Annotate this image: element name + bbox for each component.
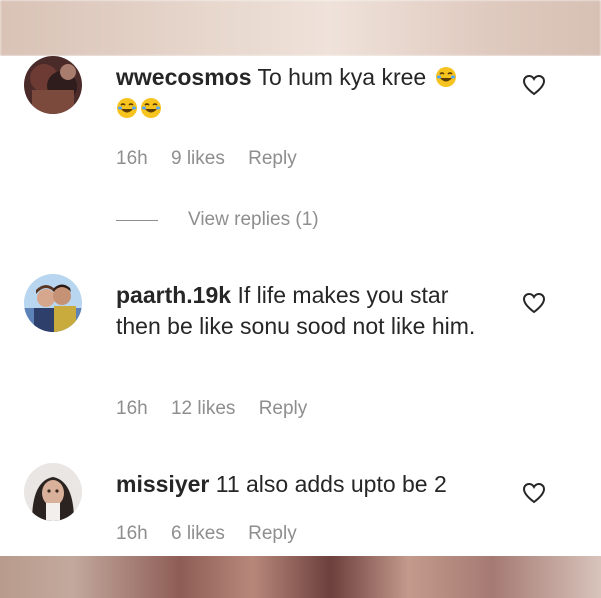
comment-likes[interactable]: 12 likes <box>171 398 235 419</box>
joy-emoji-icon <box>435 67 456 87</box>
avatar-image <box>24 463 82 521</box>
comment-meta: 16h 9 likes Reply <box>116 148 315 170</box>
joy-emoji-icon <box>117 98 137 118</box>
reply-button[interactable]: Reply <box>248 148 297 169</box>
comment-text: 11 also adds upto be 2 <box>215 471 447 497</box>
view-replies-button[interactable]: View replies (1) <box>116 205 319 235</box>
avatar-image <box>24 274 82 332</box>
avatar-image <box>24 56 82 114</box>
comments-panel: wwecosmos To hum kya kree 16h 9 likes Re… <box>0 56 601 556</box>
comment-text: To hum kya kree <box>257 64 427 90</box>
heart-outline-icon[interactable] <box>522 292 546 314</box>
comment-likes[interactable]: 6 likes <box>171 523 225 544</box>
reply-button[interactable]: Reply <box>259 398 308 419</box>
avatar[interactable] <box>24 56 82 114</box>
blurred-background-top <box>0 0 601 56</box>
screenshot-frame: wwecosmos To hum kya kree 16h 9 likes Re… <box>0 0 601 598</box>
reply-button[interactable]: Reply <box>248 523 297 544</box>
heart-outline-icon[interactable] <box>522 74 546 96</box>
comment-time: 16h <box>116 523 148 544</box>
comment-body: wwecosmos To hum kya kree <box>116 62 476 124</box>
comment-username[interactable]: wwecosmos <box>116 64 252 90</box>
replies-divider <box>116 219 158 221</box>
comment-meta: 16h 12 likes Reply <box>116 398 325 420</box>
comment-meta: 16h 6 likes Reply <box>116 523 315 545</box>
joy-emoji-icon <box>141 98 161 118</box>
comment-body: missiyer 11 also adds upto be 2 <box>116 469 496 500</box>
comment-body: paarth.19k If life makes you star then b… <box>116 280 486 342</box>
comment-likes[interactable]: 9 likes <box>171 148 225 169</box>
comment-username[interactable]: paarth.19k <box>116 282 231 308</box>
heart-outline-icon[interactable] <box>522 482 546 504</box>
avatar[interactable] <box>24 463 82 521</box>
view-replies-label: View replies (1) <box>188 209 319 230</box>
blurred-background-bottom <box>0 556 601 598</box>
comment-username[interactable]: missiyer <box>116 471 209 497</box>
comment-time: 16h <box>116 398 148 419</box>
comment-time: 16h <box>116 148 148 169</box>
avatar[interactable] <box>24 274 82 332</box>
